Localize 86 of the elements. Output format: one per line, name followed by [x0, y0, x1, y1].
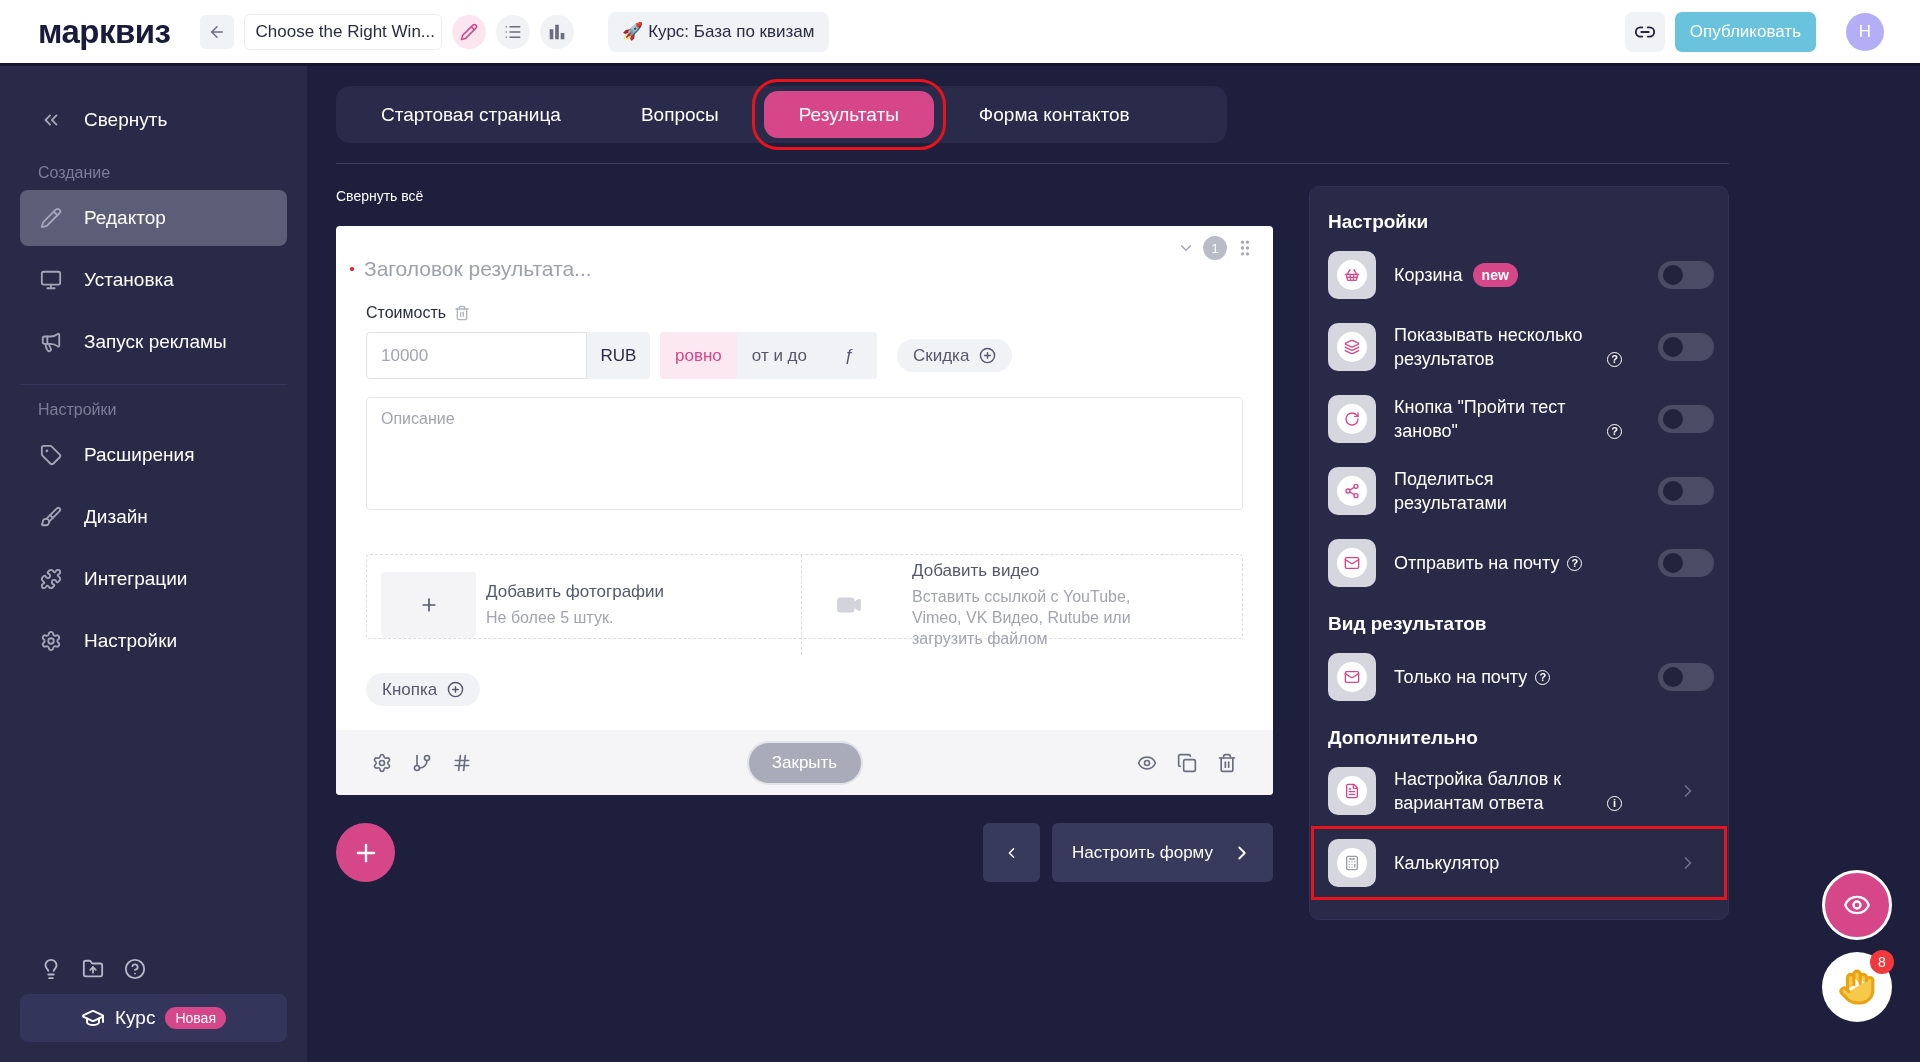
setting-label: Показывать несколько результатов — [1394, 323, 1584, 371]
new-badge: Новая — [165, 1007, 226, 1029]
trash-icon[interactable] — [1217, 752, 1237, 773]
required-dot — [350, 267, 354, 271]
folder-upload-icon[interactable] — [82, 958, 104, 980]
setting-label: Поделиться результатами — [1394, 467, 1508, 515]
add-photo-title: Добавить фотографии — [486, 581, 665, 602]
monitor-icon — [40, 269, 62, 291]
panel-heading: Дополнительно — [1328, 727, 1479, 749]
setting-label: Калькулятор — [1394, 851, 1500, 875]
mail-icon — [1328, 653, 1376, 701]
course-chip[interactable]: 🚀 Курс: База по квизам — [608, 11, 829, 52]
price-label: Стоимость — [366, 304, 447, 322]
toggle-switch[interactable] — [1658, 333, 1714, 361]
setting-label: Только на почту — [1394, 665, 1528, 689]
sidebar-item[interactable]: Дизайн — [20, 489, 287, 545]
gear-icon — [40, 630, 62, 652]
tab[interactable]: Стартовая страница — [346, 91, 596, 138]
add-button-chip[interactable]: Кнопка — [366, 673, 481, 706]
toggle-switch[interactable] — [1658, 663, 1714, 691]
setting-label: Настройка баллов к вариантам ответа — [1394, 767, 1563, 815]
trash-icon[interactable] — [454, 305, 471, 321]
toggle-switch[interactable] — [1658, 549, 1714, 577]
next-button[interactable]: Настроить форму — [1051, 823, 1273, 882]
plus-circle-icon — [979, 347, 997, 364]
quiz-title-field[interactable]: Choose the Right Win... — [244, 13, 443, 50]
notification-count: 8 — [1870, 950, 1894, 974]
sidebar-item[interactable]: Установка — [20, 252, 287, 308]
panel-heading: Вид результатов — [1328, 613, 1488, 635]
chat-button[interactable]: 8 — [1822, 952, 1892, 1022]
add-video-title: Добавить видео — [912, 561, 1041, 581]
new-badge: new — [1472, 262, 1518, 288]
numbering-icon[interactable] — [452, 752, 472, 773]
puzzle-icon — [40, 568, 62, 590]
toggle-switch[interactable] — [1658, 405, 1714, 433]
logo: марквиз — [38, 12, 171, 51]
plus-circle-icon — [447, 681, 465, 698]
stats-button[interactable] — [540, 14, 575, 49]
sidebar-item[interactable]: Интеграции — [20, 551, 287, 607]
sidebar-heading: Настройки — [37, 400, 118, 420]
discount-button[interactable]: Скидка — [897, 339, 1013, 372]
panel-heading: Настройки — [1328, 211, 1430, 233]
sidebar-item[interactable]: Запуск рекламы — [20, 314, 287, 370]
copy-icon[interactable] — [1177, 752, 1197, 773]
share-icon — [1328, 467, 1376, 515]
help-icon[interactable] — [124, 958, 146, 980]
branch-icon[interactable] — [412, 752, 432, 773]
megaphone-icon — [40, 331, 62, 353]
waving-hand-icon — [1838, 968, 1876, 1006]
collapse-button[interactable]: Свернуть — [20, 92, 287, 148]
mail-icon — [1328, 539, 1376, 587]
sidebar-heading: Создание — [37, 163, 112, 183]
brush-icon — [40, 506, 62, 528]
calculator-icon — [1328, 839, 1376, 887]
collapse-all-link[interactable]: Свернуть всё — [336, 188, 424, 204]
description-field[interactable]: Описание — [366, 397, 1243, 510]
sidebar-item[interactable]: Расширения — [20, 427, 287, 483]
document-icon — [1328, 767, 1376, 815]
basket-icon — [1328, 251, 1376, 299]
tab[interactable]: Вопросы — [605, 91, 754, 138]
back-button[interactable] — [200, 14, 235, 49]
tab[interactable]: Форма контактов — [943, 91, 1165, 138]
number-badge: 1 — [1203, 236, 1227, 260]
pencil-icon — [40, 207, 62, 229]
course-button[interactable]: Курс Новая — [20, 994, 287, 1042]
pencil-icon — [460, 22, 479, 41]
course-label: Курс — [115, 1007, 156, 1029]
link-button[interactable] — [1624, 11, 1665, 52]
sidebar-item[interactable]: Редактор — [20, 190, 287, 246]
price-mode-button[interactable]: ровно — [660, 332, 737, 379]
sidebar-item[interactable]: Настройки — [20, 613, 287, 669]
tag-icon — [40, 444, 62, 466]
toggle-switch[interactable] — [1658, 261, 1714, 289]
price-field[interactable]: 10000 — [366, 332, 587, 379]
setting-label: Корзина — [1394, 263, 1463, 287]
video-hint: Вставить ссылкой с YouTube, Vimeo, VK Видео, Rutube или загрузить файлом — [912, 587, 1132, 649]
toggle-switch[interactable] — [1658, 477, 1714, 505]
photo-hint: Не более 5 штук. — [486, 607, 615, 628]
currency-label: RUB — [587, 332, 650, 379]
edit-button[interactable] — [452, 14, 487, 49]
layers-icon — [1328, 323, 1376, 371]
setting-label: Кнопка "Пройти тест заново" — [1394, 395, 1567, 443]
list-button[interactable] — [496, 14, 531, 49]
settings-icon[interactable] — [372, 752, 392, 773]
setting-label: Отправить на почту — [1394, 551, 1560, 575]
refresh-icon — [1328, 395, 1376, 443]
